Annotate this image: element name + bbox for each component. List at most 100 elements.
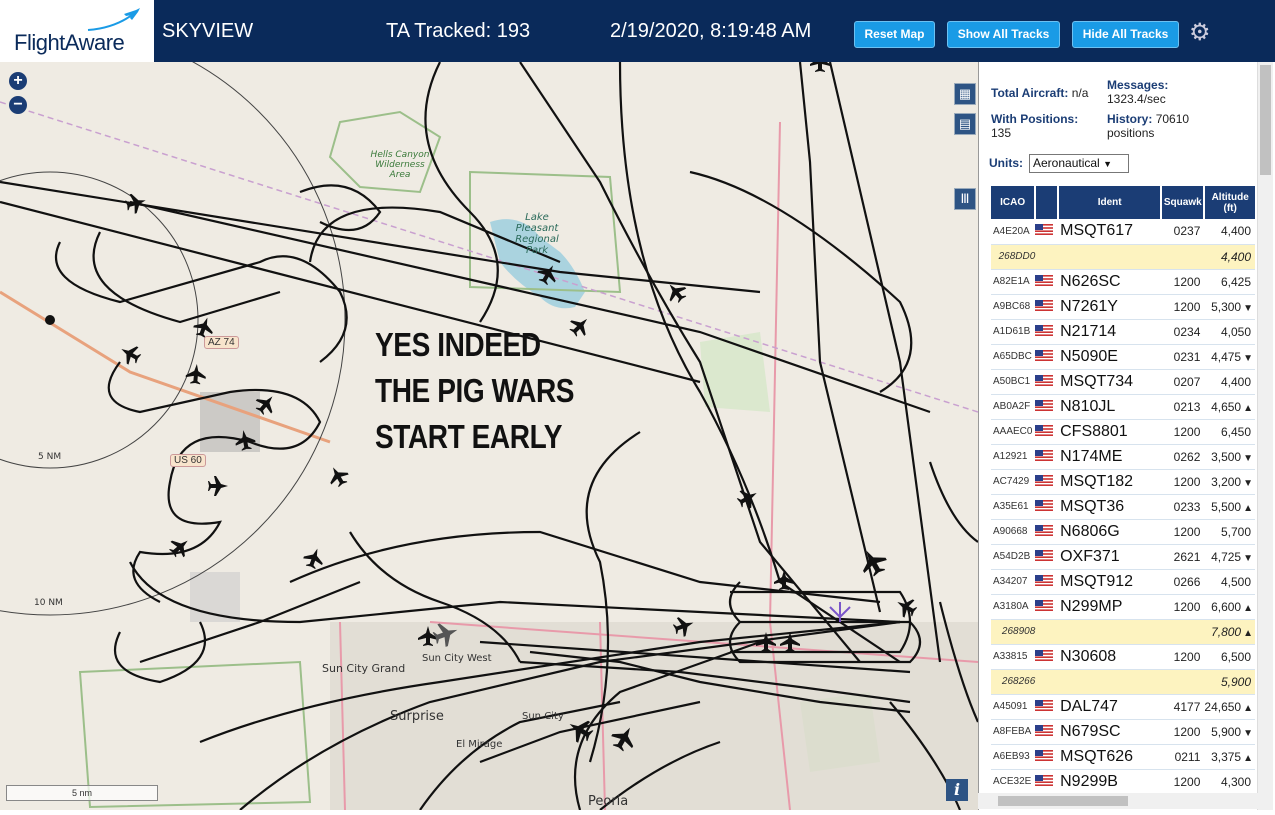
table-row[interactable]: A54D2B OXF371 2621 4,725 ▼ [991, 544, 1255, 570]
table-row[interactable]: AAAEC0 CFS8801 1200 6,450 [991, 419, 1255, 445]
range-ring-10nm-label: 10 NM [34, 598, 63, 608]
ident-cell: N5090E [1058, 344, 1162, 370]
flag-cell [1035, 594, 1059, 620]
altitude-trend-icon: ▼ [1243, 727, 1253, 739]
icao-cell: A4E20A [991, 219, 1036, 245]
datetime: 2/19/2020, 8:19:48 AM [610, 20, 812, 42]
overlay-text: YES INDEED THE PIG WARS START EARLY [375, 322, 574, 460]
map-layer-icon[interactable]: ▦ [954, 83, 976, 105]
icao-cell: A34207 [991, 569, 1036, 595]
units-label: Units: [989, 156, 1023, 170]
altitude-cell: 4,400 [1204, 219, 1255, 245]
ident-cell: N174ME [1058, 444, 1162, 470]
table-row[interactable]: AC7429 MSQT182 1200 3,200 ▼ [991, 469, 1255, 495]
table-row[interactable]: A8FEBA N679SC 1200 5,900 ▼ [991, 719, 1255, 745]
altitude-value: 5,900 [1211, 724, 1242, 739]
col-icao[interactable]: ICAO [991, 186, 1037, 219]
col-squawk[interactable]: Squawk [1161, 186, 1206, 219]
table-row[interactable]: A45091 DAL747 4177 24,650 ▲ [991, 694, 1255, 720]
icao-cell: A54D2B [991, 544, 1036, 570]
us-flag-icon [1035, 374, 1054, 386]
horizontal-scrollbar[interactable] [978, 793, 1258, 809]
altitude-cell: 5,900 ▼ [1204, 719, 1255, 745]
us-flag-icon [1035, 474, 1054, 486]
zoom-in-button[interactable]: + [9, 72, 27, 90]
hide-all-tracks-button[interactable]: Hide All Tracks [1072, 21, 1179, 48]
table-row[interactable]: AB0A2F N810JL 0213 4,650 ▲ [991, 394, 1255, 420]
table-row[interactable]: 268908 7,800 ▲ [991, 619, 1255, 645]
table-row[interactable]: A90668 N6806G 1200 5,700 [991, 519, 1255, 545]
col-altitude[interactable]: Altitude (ft) [1204, 186, 1255, 219]
column-toggle-icon[interactable]: Ⅲ [954, 188, 976, 210]
altitude-cell: 5,900 [1204, 669, 1255, 695]
grid-icon[interactable]: ▤ [954, 113, 976, 135]
icao-cell: A1D61B [991, 319, 1036, 345]
units-select[interactable]: Aeronautical ▼ [1029, 154, 1129, 173]
us-flag-icon [1035, 574, 1054, 586]
table-row[interactable]: A3180A N299MP 1200 6,600 ▲ [991, 594, 1255, 620]
altitude-cell: 4,725 ▼ [1204, 544, 1255, 570]
table-row[interactable]: A65DBC N5090E 0231 4,475 ▼ [991, 344, 1255, 370]
altitude-value: 6,425 [1220, 274, 1251, 289]
ident-cell: MSQT182 [1058, 469, 1162, 495]
col-ident[interactable]: Ident [1058, 186, 1163, 219]
peoria-label: Peoria [588, 794, 629, 809]
table-row[interactable]: A4E20A MSQT617 0237 4,400 [991, 219, 1255, 245]
ident-cell: MSQT617 [1058, 219, 1162, 245]
table-row[interactable]: A6EB93 MSQT626 0211 3,375 ▲ [991, 744, 1255, 770]
show-all-tracks-button[interactable]: Show All Tracks [947, 21, 1060, 48]
table-row[interactable]: A34207 MSQT912 0266 4,500 [991, 569, 1255, 595]
altitude-cell: 5,500 ▲ [1204, 494, 1255, 520]
table-row[interactable]: A1D61B N21714 0234 4,050 [991, 319, 1255, 345]
squawk-cell: 0207 [1161, 369, 1205, 395]
table-row[interactable]: ACE32E N9299B 1200 4,300 [991, 769, 1255, 795]
dropdown-arrow-icon: ▼ [1103, 159, 1112, 169]
flightaware-logo[interactable]: FlightAware [0, 0, 156, 62]
col-flag[interactable] [1035, 186, 1060, 219]
flag-cell [1035, 719, 1059, 745]
altitude-value: 4,400 [1220, 224, 1251, 239]
table-row[interactable]: 268266 5,900 [991, 669, 1255, 695]
altitude-value: 3,500 [1211, 449, 1242, 464]
zoom-out-button[interactable]: − [9, 96, 27, 114]
squawk-cell: 0213 [1161, 394, 1205, 420]
flag-cell [1035, 669, 1059, 695]
sun-city-grand-label: Sun City Grand [322, 662, 406, 675]
info-icon[interactable]: i [946, 779, 968, 801]
squawk-cell: 0237 [1161, 219, 1205, 245]
top-bar: FlightAware SKYVIEW TA Tracked: 193 2/19… [0, 0, 1275, 62]
ident-cell: N679SC [1058, 719, 1162, 745]
flag-cell [1035, 544, 1059, 570]
table-row[interactable]: A12921 N174ME 0262 3,500 ▼ [991, 444, 1255, 470]
flag-cell [1035, 294, 1059, 320]
squawk-cell: 1200 [1161, 419, 1205, 445]
table-row[interactable]: A33815 N30608 1200 6,500 [991, 644, 1255, 670]
table-row[interactable]: A50BC1 MSQT734 0207 4,400 [991, 369, 1255, 395]
messages-value: 1323.4/sec [1107, 92, 1166, 106]
table-row[interactable]: A35E61 MSQT36 0233 5,500 ▲ [991, 494, 1255, 520]
table-row[interactable]: 268DD0 4,400 [991, 244, 1255, 270]
scroll-thumb[interactable] [1260, 65, 1271, 175]
gear-icon[interactable]: ⚙ [1189, 18, 1211, 47]
icao-cell: A82E1A [991, 269, 1036, 295]
ident-cell: MSQT912 [1058, 569, 1162, 595]
vertical-scrollbar[interactable] [1257, 62, 1273, 810]
ident-cell: OXF371 [1058, 544, 1162, 570]
units-value: Aeronautical [1033, 156, 1100, 170]
scroll-thumb-horizontal[interactable] [998, 796, 1128, 806]
icao-cell: AAAEC0 [991, 419, 1036, 445]
altitude-cell: 7,800 ▲ [1204, 619, 1255, 645]
table-row[interactable]: A9BC68 N7261Y 1200 5,300 ▼ [991, 294, 1255, 320]
map-view[interactable]: Hells Canyon Wilderness Area Lake Pleasa… [0, 62, 978, 810]
reset-map-button[interactable]: Reset Map [854, 21, 935, 48]
flag-cell [1035, 344, 1059, 370]
table-row[interactable]: A82E1A N626SC 1200 6,425 [991, 269, 1255, 295]
us-flag-icon [1035, 549, 1054, 561]
ident-cell: MSQT36 [1058, 494, 1162, 520]
altitude-value: 4,400 [1220, 374, 1251, 389]
flag-cell [1035, 694, 1059, 720]
hells-canyon-label: Hells Canyon Wilderness Area [370, 150, 430, 180]
flag-cell [1035, 619, 1059, 645]
altitude-value: 3,375 [1211, 749, 1242, 764]
ident-cell: N6806G [1058, 519, 1162, 545]
